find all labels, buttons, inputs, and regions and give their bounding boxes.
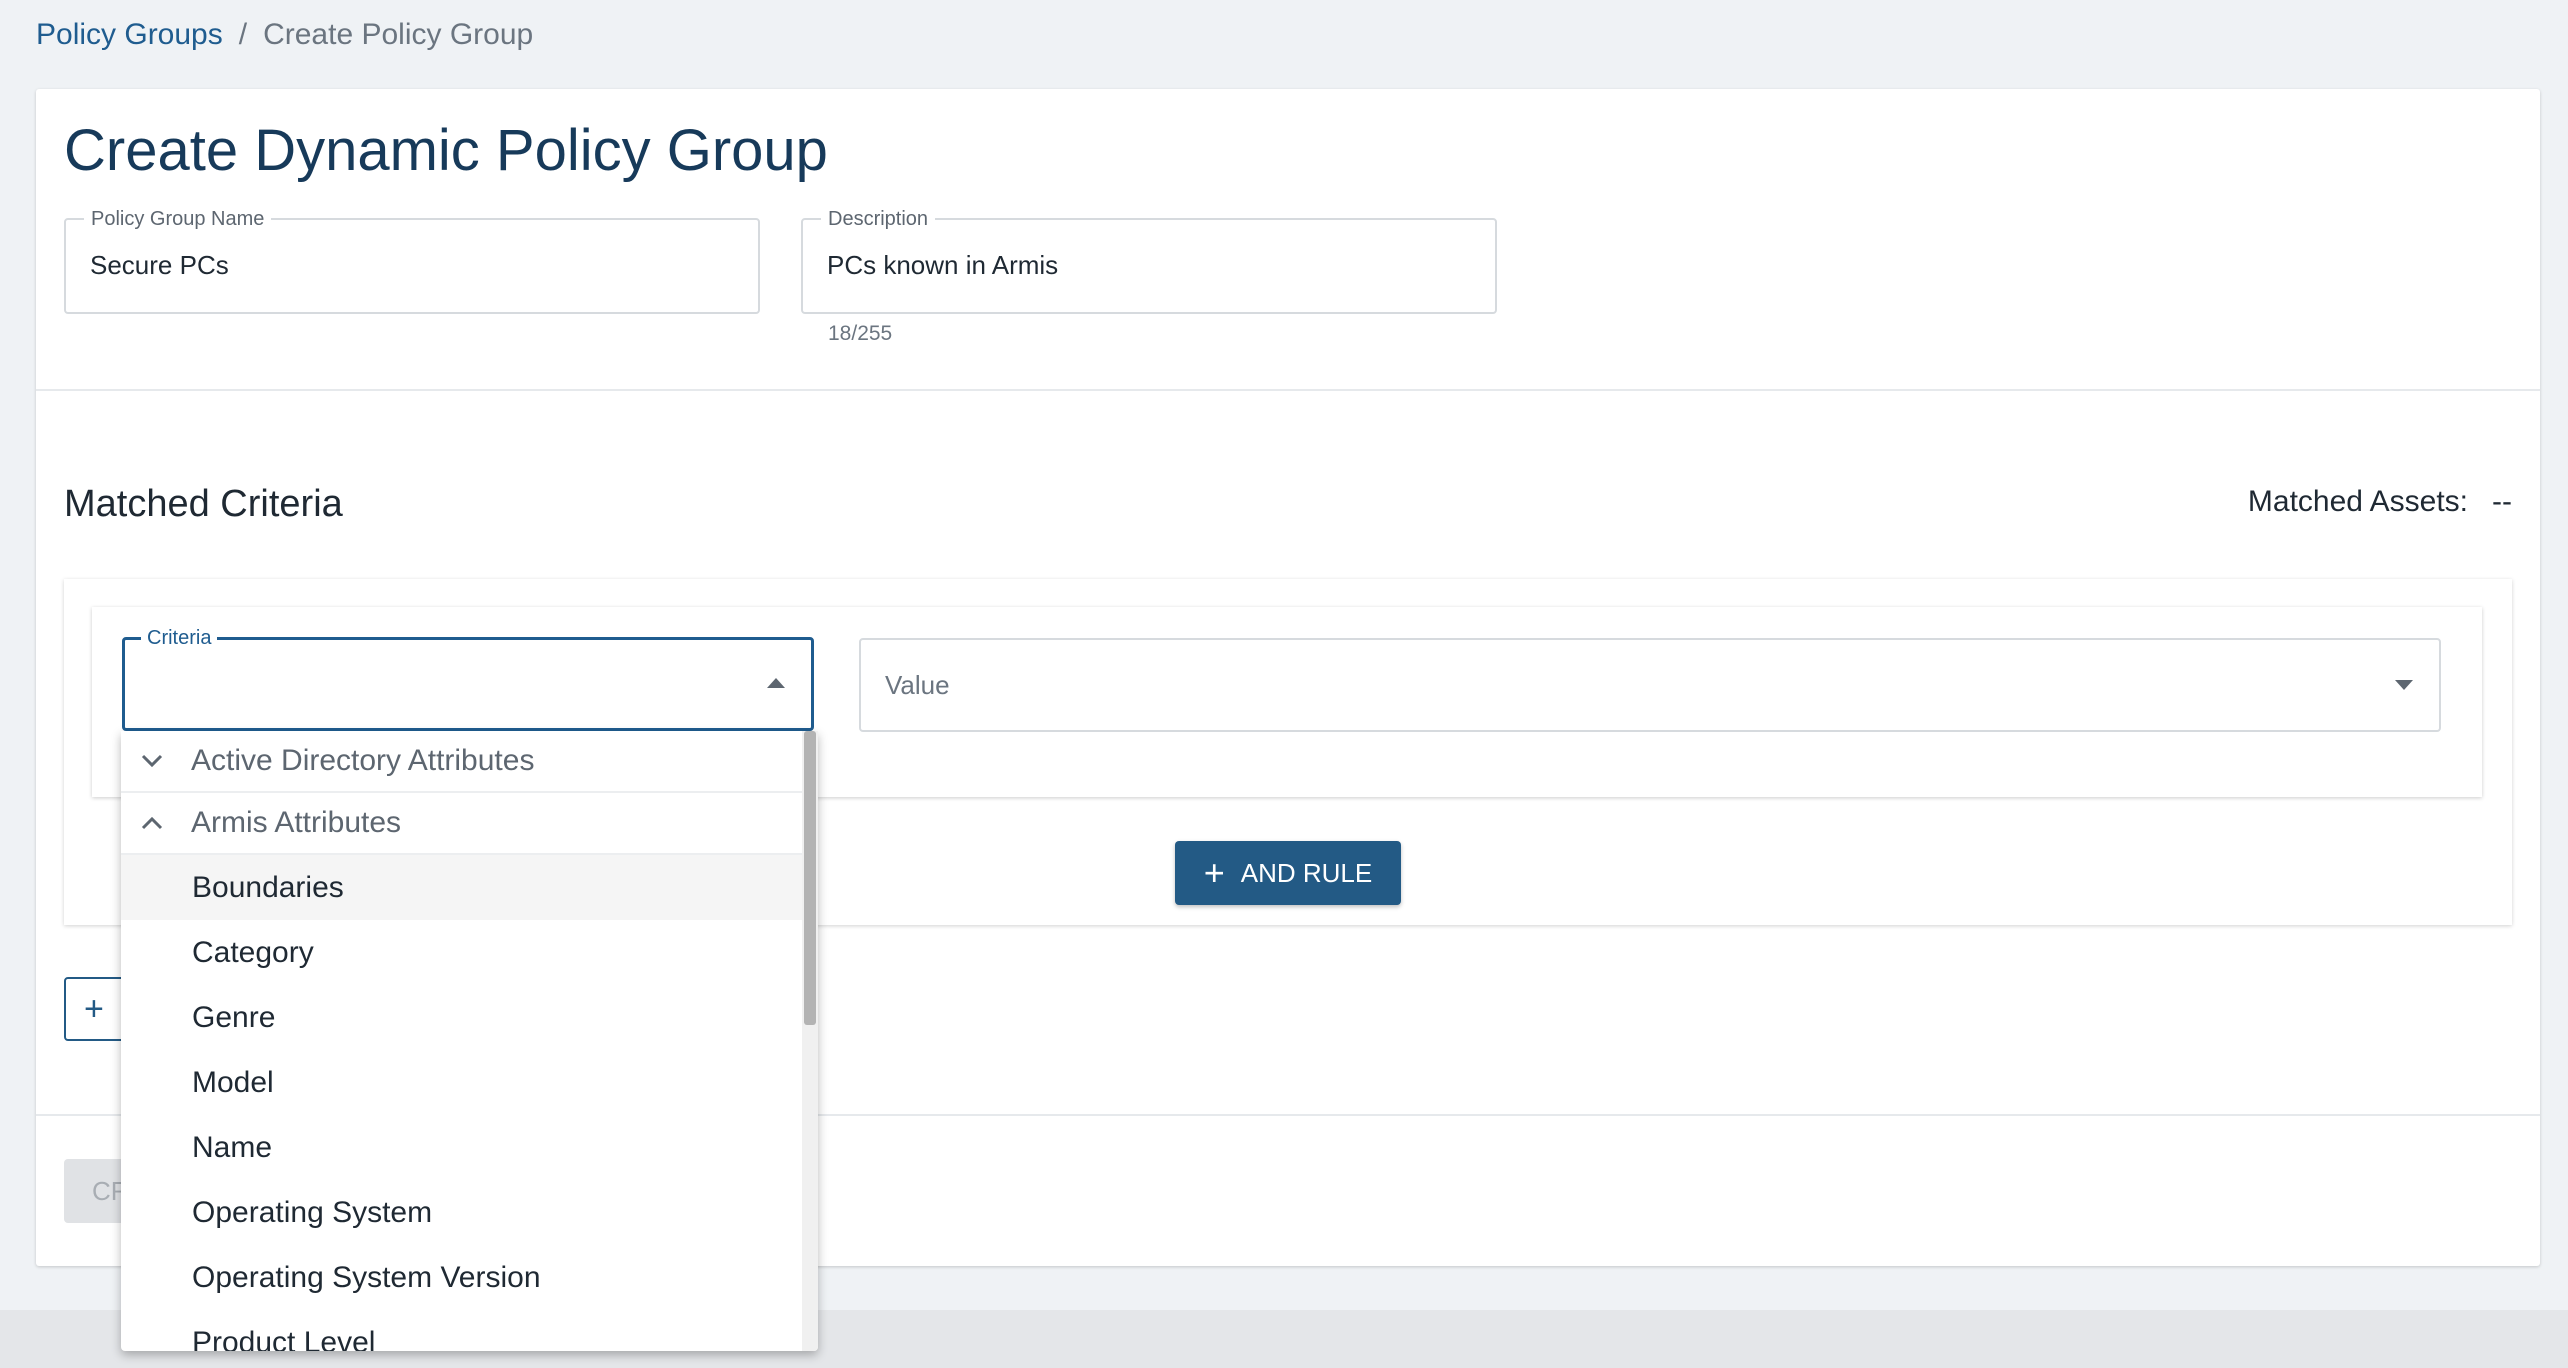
breadcrumb: Policy Groups / Create Policy Group: [36, 18, 533, 52]
dropdown-scrollbar[interactable]: [802, 731, 818, 1351]
dropdown-group-label: Armis Attributes: [191, 806, 402, 839]
value-placeholder: Value: [885, 670, 950, 700]
and-rule-label: AND RULE: [1240, 857, 1373, 888]
value-select[interactable]: Value: [859, 638, 2441, 732]
dropdown-group-label: Active Directory Attributes: [191, 744, 535, 777]
dropdown-scrollbar-thumb[interactable]: [804, 731, 816, 1025]
description-field[interactable]: Description PCs known in Armis: [801, 208, 1497, 314]
caret-up-icon[interactable]: [767, 678, 785, 688]
criteria-dropdown-list: Active Directory Attributes Armis Attrib…: [121, 731, 802, 1351]
dropdown-option[interactable]: Product Level: [121, 1310, 802, 1352]
breadcrumb-link-policy-groups[interactable]: Policy Groups: [36, 18, 223, 52]
matched-assets: Matched Assets: --: [2248, 485, 2512, 519]
policy-group-name-field[interactable]: Policy Group Name Secure PCs: [64, 208, 760, 314]
dropdown-option[interactable]: Boundaries: [121, 855, 802, 920]
dropdown-group-armis[interactable]: Armis Attributes: [121, 793, 802, 855]
criteria-select[interactable]: Criteria: [122, 627, 814, 731]
policy-group-name-value[interactable]: Secure PCs: [90, 250, 229, 281]
and-rule-button[interactable]: + AND RULE: [1175, 841, 1401, 905]
dropdown-option[interactable]: Operating System: [121, 1180, 802, 1245]
matched-assets-value: --: [2492, 485, 2512, 518]
section-divider: [36, 389, 2540, 391]
caret-down-icon[interactable]: [2395, 680, 2413, 690]
dropdown-option[interactable]: Model: [121, 1050, 802, 1115]
dropdown-option[interactable]: Name: [121, 1115, 802, 1180]
plus-icon: +: [84, 989, 104, 1028]
plus-icon: +: [1203, 852, 1225, 893]
breadcrumb-current: Create Policy Group: [263, 18, 534, 51]
page-title: Create Dynamic Policy Group: [64, 118, 828, 183]
chevron-down-icon: [141, 754, 163, 768]
dropdown-option[interactable]: Operating System Version: [121, 1245, 802, 1310]
matched-assets-label: Matched Assets:: [2247, 485, 2469, 518]
description-char-counter: 18/255: [828, 322, 893, 345]
chevron-up-icon: [141, 816, 163, 830]
criteria-dropdown-menu[interactable]: Active Directory Attributes Armis Attrib…: [121, 731, 818, 1351]
dropdown-group-active-directory[interactable]: Active Directory Attributes: [121, 731, 802, 793]
description-label: Description: [821, 208, 936, 231]
policy-group-name-label: Policy Group Name: [84, 208, 272, 231]
description-value[interactable]: PCs known in Armis: [827, 250, 1058, 281]
matched-criteria-title: Matched Criteria: [64, 483, 343, 525]
dropdown-option[interactable]: Genre: [121, 985, 802, 1050]
dropdown-option[interactable]: Category: [121, 920, 802, 985]
breadcrumb-separator: /: [238, 18, 248, 51]
criteria-label: Criteria: [141, 627, 218, 650]
